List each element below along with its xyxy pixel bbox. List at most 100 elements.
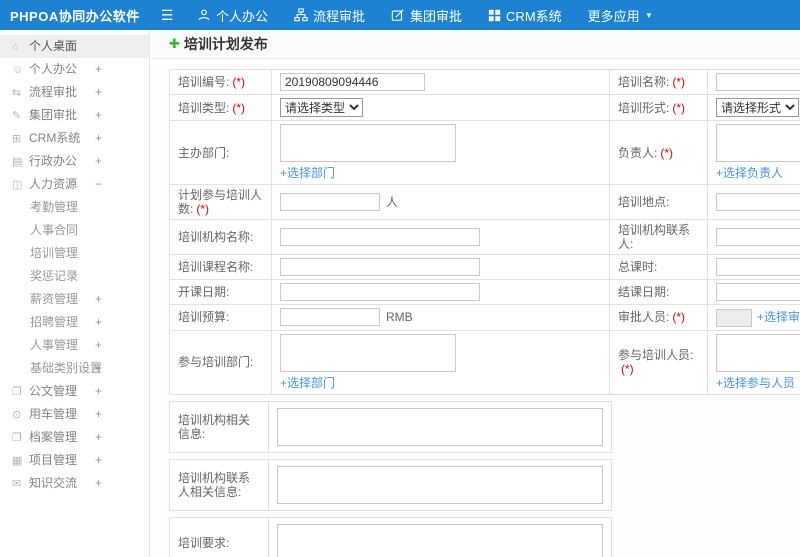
- location-input[interactable]: [716, 193, 800, 211]
- sidebar-item-base-category[interactable]: 基础类别设置 +: [0, 357, 149, 380]
- sidebar-item-process-approval[interactable]: ⇆ 流程审批 +: [0, 81, 149, 104]
- nav-item-group-approval[interactable]: 集团审批: [378, 0, 475, 30]
- required-mark: (*): [672, 310, 686, 325]
- app-logo: PHPOA协同办公软件: [10, 8, 140, 24]
- table-row: 计划参与培训人数: (*) 人 培训地点:: [169, 184, 800, 220]
- table-row: 主办部门: +选择部门 负责人: (*) +选择负责人: [169, 120, 800, 185]
- flow-icon: [294, 8, 308, 22]
- nav-label: 个人办公: [216, 8, 269, 24]
- sidebar-item-attendance[interactable]: 考勤管理: [0, 196, 149, 219]
- hamburger-icon[interactable]: ☰: [150, 7, 184, 24]
- field-label: 培训名称: (*): [609, 69, 708, 95]
- project-icon: ▦: [12, 455, 23, 467]
- required-mark: (*): [196, 202, 210, 216]
- sidebar-item-personnel[interactable]: 人事管理 +: [0, 334, 149, 357]
- sidebar-item-archive[interactable]: ❒ 档案管理 +: [0, 426, 149, 449]
- select-join-personnel-link[interactable]: +选择参与人员: [716, 376, 795, 390]
- select-approver-link[interactable]: +选择审批人员: [757, 310, 800, 324]
- page-title: 培训计划发布: [183, 36, 268, 52]
- briefcase-icon: ▤: [12, 156, 23, 168]
- org-contact-info-textarea[interactable]: [277, 465, 603, 504]
- nav-label: CRM系统: [506, 8, 562, 24]
- table-row: 培训课程名称: 总课时:: [169, 254, 800, 280]
- expand-icon: +: [95, 154, 103, 168]
- sidebar-item-salary[interactable]: 薪资管理 +: [0, 288, 149, 311]
- sidebar-item-label: 薪资管理: [30, 292, 79, 306]
- grid-icon: [488, 9, 501, 22]
- sidebar-item-vehicle[interactable]: ⊙ 用车管理 +: [0, 403, 149, 426]
- sidebar-item-group-approval[interactable]: ✎ 集团审批 +: [0, 104, 149, 127]
- select-department-link[interactable]: +选择部门: [280, 166, 335, 180]
- chat-icon: ✉: [12, 478, 22, 490]
- approver-input[interactable]: [716, 308, 752, 327]
- nav-item-more-apps[interactable]: 更多应用 ▾: [575, 0, 665, 30]
- join-personnel-textarea[interactable]: [716, 333, 800, 372]
- sidebar-item-label: 集团审批: [29, 108, 78, 122]
- training-name-input[interactable]: [716, 73, 800, 91]
- plus-icon: ✚: [169, 36, 180, 51]
- table-row: 参与培训部门: +选择部门 参与培训人员:(*) +选择参与人员: [169, 329, 800, 395]
- page-header: ✚ 培训计划发布: [151, 30, 800, 59]
- org-info-block: 培训机构相关信息:: [169, 400, 612, 453]
- expand-icon: +: [95, 338, 103, 352]
- training-form-select[interactable]: 请选择形式: [716, 98, 799, 117]
- nav-label: 流程审批: [313, 8, 366, 24]
- sidebar-item-reward-punish[interactable]: 奖惩记录: [0, 265, 149, 288]
- total-hours-input[interactable]: [716, 258, 800, 276]
- field-label: 培训机构联系人:: [609, 219, 708, 255]
- sidebar-item-label: CRM系统: [29, 131, 81, 145]
- sidebar-item-admin-office[interactable]: ▤ 行政办公 +: [0, 150, 149, 173]
- table-row: 开课日期: 结课日期:: [169, 279, 800, 305]
- sidebar-item-label: 培训管理: [30, 246, 79, 260]
- select-join-department-link[interactable]: +选择部门: [280, 376, 335, 390]
- requirements-textarea[interactable]: [277, 523, 603, 557]
- nav-item-personal-office[interactable]: 个人办公: [184, 0, 281, 30]
- course-name-input[interactable]: [280, 258, 480, 276]
- required-mark: (*): [232, 75, 246, 89]
- nav-item-crm[interactable]: CRM系统: [475, 0, 575, 30]
- budget-input[interactable]: [280, 308, 380, 327]
- select-leader-link[interactable]: +选择负责人: [716, 166, 783, 180]
- field-label: 培训预算:: [169, 304, 272, 331]
- expand-icon: +: [95, 430, 103, 444]
- host-department-textarea[interactable]: [280, 124, 456, 162]
- nav-item-process-approval[interactable]: 流程审批: [281, 0, 378, 30]
- sidebar-item-hr-contract[interactable]: 人事合同: [0, 219, 149, 242]
- sidebar-item-official-doc[interactable]: ❐ 公文管理 +: [0, 380, 149, 403]
- participant-count-input[interactable]: [280, 193, 380, 212]
- sidebar-item-recruit[interactable]: 招聘管理 +: [0, 311, 149, 334]
- sidebar-item-label: 招聘管理: [30, 315, 79, 329]
- required-mark: (*): [232, 100, 246, 115]
- user-icon: ☺: [12, 64, 24, 76]
- org-name-input[interactable]: [280, 228, 480, 246]
- join-department-textarea[interactable]: [280, 333, 456, 372]
- sidebar-item-desktop[interactable]: ⌂ 个人桌面: [0, 35, 149, 58]
- start-date-input[interactable]: [280, 283, 480, 301]
- sidebar-item-knowledge[interactable]: ✉ 知识交流 +: [0, 472, 149, 495]
- expand-icon: +: [95, 407, 103, 421]
- approve-icon: ✎: [12, 110, 22, 122]
- org-contact-input[interactable]: [716, 228, 800, 246]
- training-type-select[interactable]: 请选择类型: [280, 98, 363, 117]
- sidebar-item-personal-office[interactable]: ☺ 个人办公 +: [0, 58, 149, 81]
- sidebar-item-training[interactable]: 培训管理: [0, 242, 149, 265]
- sidebar-item-label: 用车管理: [29, 407, 78, 421]
- car-icon: ⊙: [12, 409, 22, 421]
- expand-icon: +: [95, 108, 103, 122]
- end-date-input[interactable]: [716, 283, 800, 301]
- table-row: 培训类型: (*) 请选择类型 培训形式: (*) 请选择形式: [169, 94, 800, 121]
- required-mark: (*): [672, 75, 686, 89]
- field-label: 培训机构名称:: [169, 219, 272, 255]
- sidebar-item-project[interactable]: ▦ 项目管理 +: [0, 449, 149, 472]
- training-code-input[interactable]: [280, 73, 425, 91]
- expand-icon: +: [95, 361, 103, 375]
- leader-textarea[interactable]: [716, 124, 800, 162]
- field-label: 参与培训人员:(*): [609, 329, 708, 395]
- table-row: 培训编号:(*) 培训名称:(*): [169, 69, 800, 95]
- sidebar-item-hr[interactable]: ◫ 人力资源 −: [0, 173, 149, 196]
- sidebar: ⌂ 个人桌面 ☺ 个人办公 + ⇆ 流程审批 + ✎ 集团审批 + ⊞ CRM系统 + ▤ 行政办公…: [0, 30, 150, 557]
- sidebar-item-crm[interactable]: ⊞ CRM系统 +: [0, 127, 149, 150]
- field-label: 培训形式: (*): [609, 94, 708, 121]
- table-row: 培训机构名称: 培训机构联系人:: [169, 219, 800, 255]
- org-info-textarea[interactable]: [277, 407, 603, 446]
